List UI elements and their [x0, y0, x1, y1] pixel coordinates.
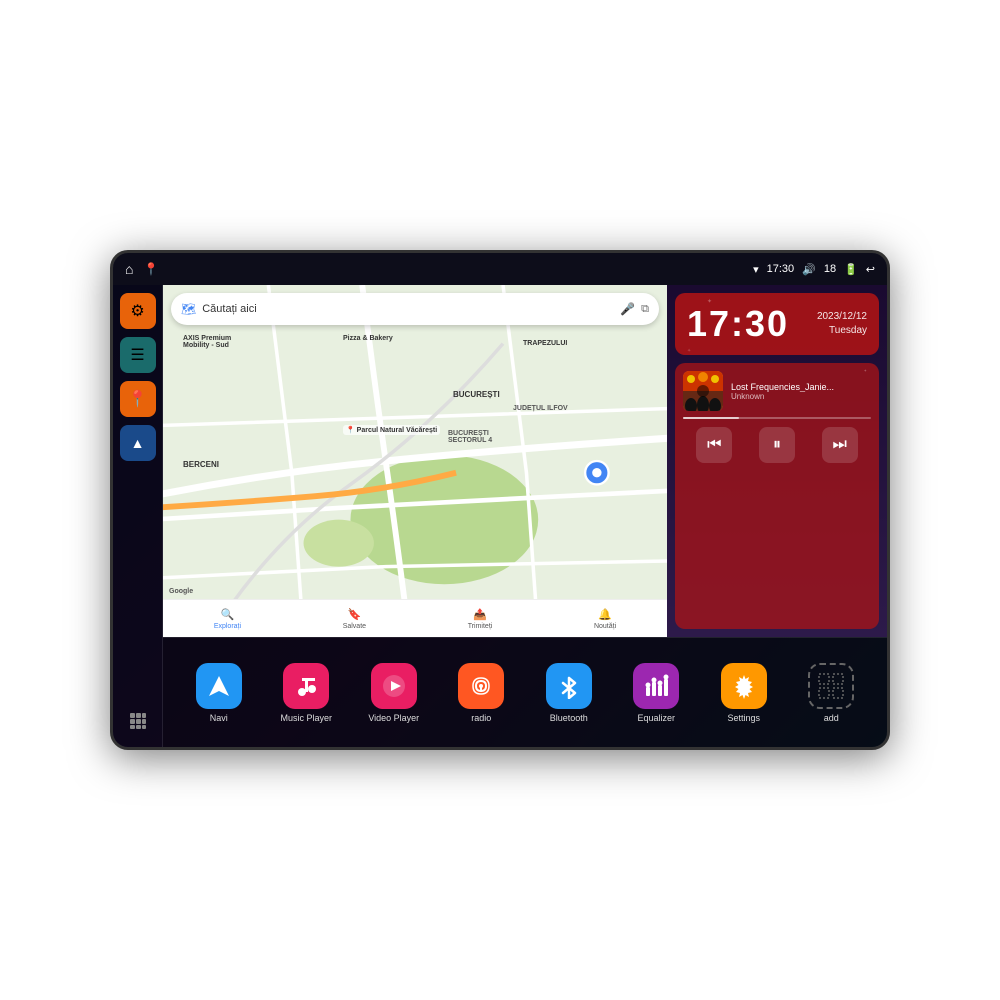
- clock-widget: 17:30 2023/12/12 Tuesday: [675, 293, 879, 355]
- clock-time: 17:30: [687, 303, 789, 345]
- sidebar-map-btn[interactable]: 📍: [120, 381, 156, 417]
- video-player-icon: [371, 663, 417, 709]
- app-equalizer[interactable]: Equalizer: [625, 663, 687, 723]
- settings-icon: [721, 663, 767, 709]
- app-settings[interactable]: Settings: [713, 663, 775, 723]
- video-player-label: Video Player: [368, 713, 419, 723]
- map-bottom-nav: 🔍 Explorați 🔖 Salvate 📤 Trimiteți �: [163, 599, 667, 637]
- add-icon: [808, 663, 854, 709]
- navi-label: Navi: [210, 713, 228, 723]
- right-panel: ✦ ✦ ✦ ✦ 17:30 2023/12/12 Tuesday: [667, 285, 887, 637]
- content-area: AXIS PremiumMobility - Sud Pizza & Baker…: [163, 285, 887, 747]
- app-video-player[interactable]: Video Player: [363, 663, 425, 723]
- send-label: Trimiteți: [468, 623, 493, 630]
- equalizer-icon: [633, 663, 679, 709]
- music-info: Lost Frequencies_Janie... Unknown: [683, 371, 871, 411]
- map-label-ilfov: JUDEȚUL ILFOV: [513, 405, 568, 412]
- sidebar: ⚙ ☰ 📍 ▲: [113, 285, 163, 747]
- top-content: AXIS PremiumMobility - Sud Pizza & Baker…: [163, 285, 887, 637]
- map-label-sector4: BUCUREȘTISECTORUL 4: [448, 430, 492, 444]
- map-label-pizza: Pizza & Bakery: [343, 335, 393, 342]
- map-search-bar[interactable]: 🗺 Căutați aici 🎤 ⧉: [171, 293, 659, 325]
- music-widget: Lost Frequencies_Janie... Unknown ⏮ ⏸ ⏭: [675, 363, 879, 629]
- clock-date: 2023/12/12 Tuesday: [817, 310, 867, 338]
- prev-button[interactable]: ⏮: [696, 427, 732, 463]
- clock-day-text: Tuesday: [817, 324, 867, 338]
- app-grid: Navi Music Player: [163, 637, 887, 747]
- map-container[interactable]: AXIS PremiumMobility - Sud Pizza & Baker…: [163, 285, 667, 637]
- location-icon[interactable]: 📍: [143, 262, 158, 276]
- explore-icon: 🔍: [221, 608, 235, 621]
- saved-label: Salvate: [343, 623, 366, 630]
- explore-label: Explorați: [214, 623, 241, 630]
- map-nav-send[interactable]: 📤 Trimiteți: [468, 608, 493, 630]
- status-bar-right: ▾ 17:30 🔊 18 🔋 ↩: [753, 263, 875, 276]
- add-label: add: [824, 713, 839, 723]
- music-player-label: Music Player: [280, 713, 332, 723]
- wifi-icon: ▾: [753, 263, 759, 276]
- map-nav-saved[interactable]: 🔖 Salvate: [343, 608, 366, 630]
- radio-label: radio: [471, 713, 491, 723]
- map-label-bucuresti: BUCUREȘTI: [453, 390, 500, 399]
- back-icon[interactable]: ↩: [866, 263, 875, 276]
- map-label-park: 📍 Parcul Natural Văcărești: [343, 425, 440, 435]
- saved-icon: 🔖: [348, 608, 362, 621]
- sidebar-grid-btn[interactable]: [120, 703, 156, 739]
- home-icon[interactable]: ⌂: [125, 261, 133, 277]
- bluetooth-label: Bluetooth: [550, 713, 588, 723]
- music-thumbnail: [683, 371, 723, 411]
- app-bluetooth[interactable]: Bluetooth: [538, 663, 600, 723]
- map-nav-news[interactable]: 🔔 Noutăți: [594, 608, 616, 630]
- app-navi[interactable]: Navi: [188, 663, 250, 723]
- map-label-axis: AXIS PremiumMobility - Sud: [183, 335, 231, 349]
- status-bar-left: ⌂ 📍: [125, 261, 158, 277]
- main-area: ⚙ ☰ 📍 ▲: [113, 285, 887, 747]
- settings-label: Settings: [727, 713, 760, 723]
- map-label-trapezului: TRAPEZULUI: [523, 340, 567, 347]
- radio-icon: [458, 663, 504, 709]
- volume-icon: 🔊: [802, 263, 816, 276]
- music-player-icon: [283, 663, 329, 709]
- play-pause-button[interactable]: ⏸: [759, 427, 795, 463]
- sidebar-files-btn[interactable]: ☰: [120, 337, 156, 373]
- music-controls: ⏮ ⏸ ⏭: [683, 427, 871, 463]
- sidebar-settings-btn[interactable]: ⚙: [120, 293, 156, 329]
- equalizer-label: Equalizer: [637, 713, 675, 723]
- app-radio[interactable]: radio: [450, 663, 512, 723]
- bluetooth-icon: [546, 663, 592, 709]
- news-icon: 🔔: [598, 608, 612, 621]
- google-maps-icon: 🗺: [181, 302, 196, 316]
- music-text: Lost Frequencies_Janie... Unknown: [731, 382, 871, 401]
- app-music-player[interactable]: Music Player: [275, 663, 337, 723]
- map-label-berceni: BERCENI: [183, 460, 219, 469]
- music-title: Lost Frequencies_Janie...: [731, 382, 871, 392]
- status-bar: ⌂ 📍 ▾ 17:30 🔊 18 🔋 ↩: [113, 253, 887, 285]
- map-nav-explore[interactable]: 🔍 Explorați: [214, 608, 241, 630]
- sidebar-nav-btn[interactable]: ▲: [120, 425, 156, 461]
- battery-number: 18: [824, 263, 836, 275]
- send-icon: 📤: [473, 608, 487, 621]
- search-placeholder[interactable]: Căutați aici: [202, 303, 614, 315]
- music-artist: Unknown: [731, 392, 871, 401]
- news-label: Noutăți: [594, 623, 616, 630]
- next-button[interactable]: ⏭: [822, 427, 858, 463]
- microphone-icon[interactable]: 🎤: [620, 302, 635, 316]
- battery-icon: 🔋: [844, 263, 858, 276]
- app-add[interactable]: add: [800, 663, 862, 723]
- music-progress-bar[interactable]: [683, 417, 871, 419]
- time-display: 17:30: [767, 263, 795, 275]
- car-head-unit: ⌂ 📍 ▾ 17:30 🔊 18 🔋 ↩ ⚙ ☰ 📍 ▲: [110, 250, 890, 750]
- clock-date-text: 2023/12/12: [817, 310, 867, 324]
- navi-icon: [196, 663, 242, 709]
- google-logo: Google: [169, 588, 193, 595]
- layers-icon[interactable]: ⧉: [641, 303, 649, 316]
